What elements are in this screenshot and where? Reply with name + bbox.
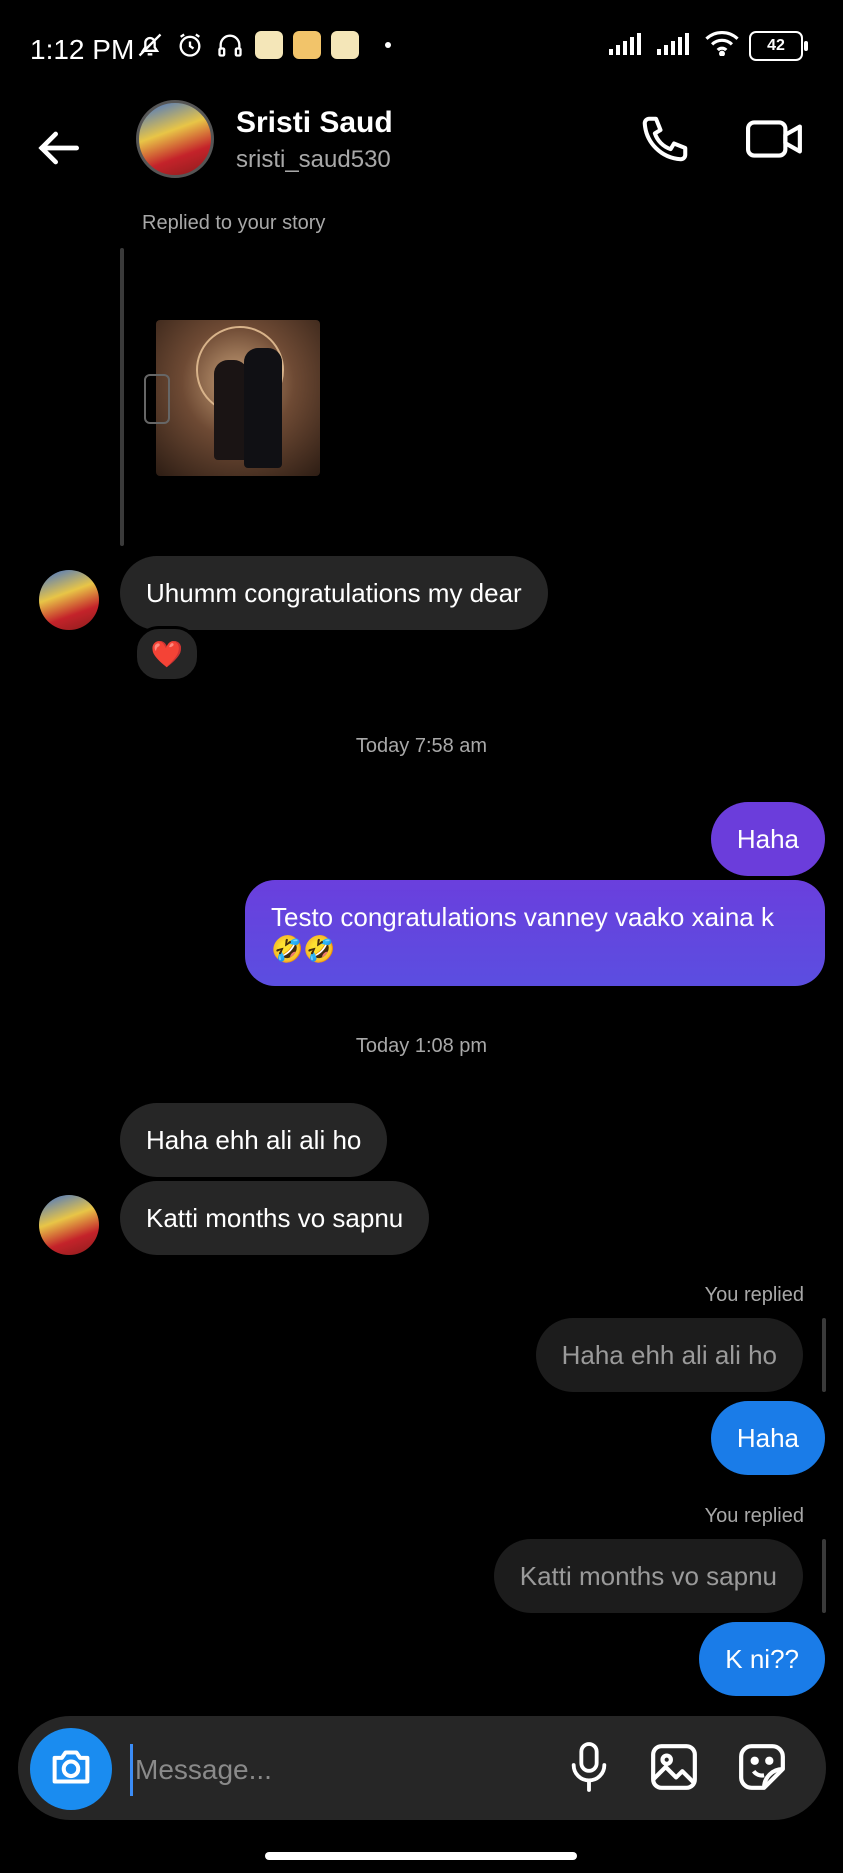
- message-input[interactable]: [130, 1744, 557, 1796]
- camera-button[interactable]: [30, 1728, 112, 1810]
- video-icon[interactable]: [746, 112, 806, 168]
- sender-avatar[interactable]: [39, 570, 99, 630]
- phone-icon[interactable]: [638, 112, 694, 168]
- status-time: 1:12 PM: [30, 34, 135, 65]
- home-indicator[interactable]: [265, 1852, 577, 1860]
- status-icons-right: 42: [609, 30, 808, 61]
- status-icons-left: [135, 30, 391, 60]
- quote-bar: [822, 1318, 826, 1392]
- alarm-icon: [175, 30, 205, 60]
- contact-username[interactable]: sristi_saud530: [236, 146, 391, 174]
- headphones-icon: [215, 30, 245, 60]
- signal-icon: [657, 31, 695, 60]
- camera-icon: [49, 1747, 93, 1792]
- reaction-heart[interactable]: ❤️: [134, 626, 200, 682]
- you-replied-label: You replied: [704, 1284, 804, 1306]
- status-bar: 1:12 PM 42: [0, 0, 843, 100]
- quote-bar: [822, 1539, 826, 1613]
- story-thumbnail[interactable]: [156, 320, 320, 476]
- message-bubble-out[interactable]: Haha: [710, 1401, 825, 1475]
- app-badge-icon: [293, 31, 321, 59]
- battery-icon: 42: [749, 30, 808, 61]
- story-reply-label: Replied to your story: [142, 212, 326, 234]
- message-bubble-out[interactable]: Haha: [710, 802, 825, 876]
- bell-off-icon: [135, 30, 165, 60]
- contact-name[interactable]: Sristi Saud: [236, 106, 393, 140]
- microphone-icon[interactable]: [566, 1740, 614, 1796]
- sticker-icon[interactable]: [736, 1742, 790, 1794]
- message-bubble-out[interactable]: K ni??: [699, 1622, 825, 1696]
- message-bubble-in[interactable]: Uhumm congratulations my dear: [120, 556, 548, 630]
- signal-icon: [609, 31, 647, 60]
- heart-icon: ❤️: [150, 638, 184, 669]
- quoted-message[interactable]: Haha ehh ali ali ho: [535, 1318, 803, 1392]
- timestamp: Today 7:58 am: [355, 735, 488, 757]
- notification-dot: [385, 42, 391, 48]
- message-bubble-out[interactable]: Testo congratulations vanney vaako xaina…: [245, 880, 825, 986]
- quoted-message[interactable]: Katti months vo sapnu: [493, 1539, 803, 1613]
- wifi-icon: [705, 30, 739, 61]
- message-bubble-in[interactable]: Katti months vo sapnu: [120, 1181, 430, 1255]
- you-replied-label: You replied: [704, 1505, 804, 1527]
- story-reply-bar: [120, 248, 124, 546]
- message-bubble-in[interactable]: Haha ehh ali ali ho: [120, 1103, 388, 1177]
- app-badge-icon: [331, 31, 359, 59]
- story-indicator: [144, 374, 170, 424]
- timestamp: Today 1:08 pm: [355, 1035, 488, 1057]
- sender-avatar[interactable]: [39, 1195, 99, 1255]
- gallery-icon[interactable]: [648, 1742, 702, 1794]
- contact-avatar[interactable]: [136, 100, 214, 178]
- app-badge-icon: [255, 31, 283, 59]
- back-button[interactable]: [30, 120, 90, 180]
